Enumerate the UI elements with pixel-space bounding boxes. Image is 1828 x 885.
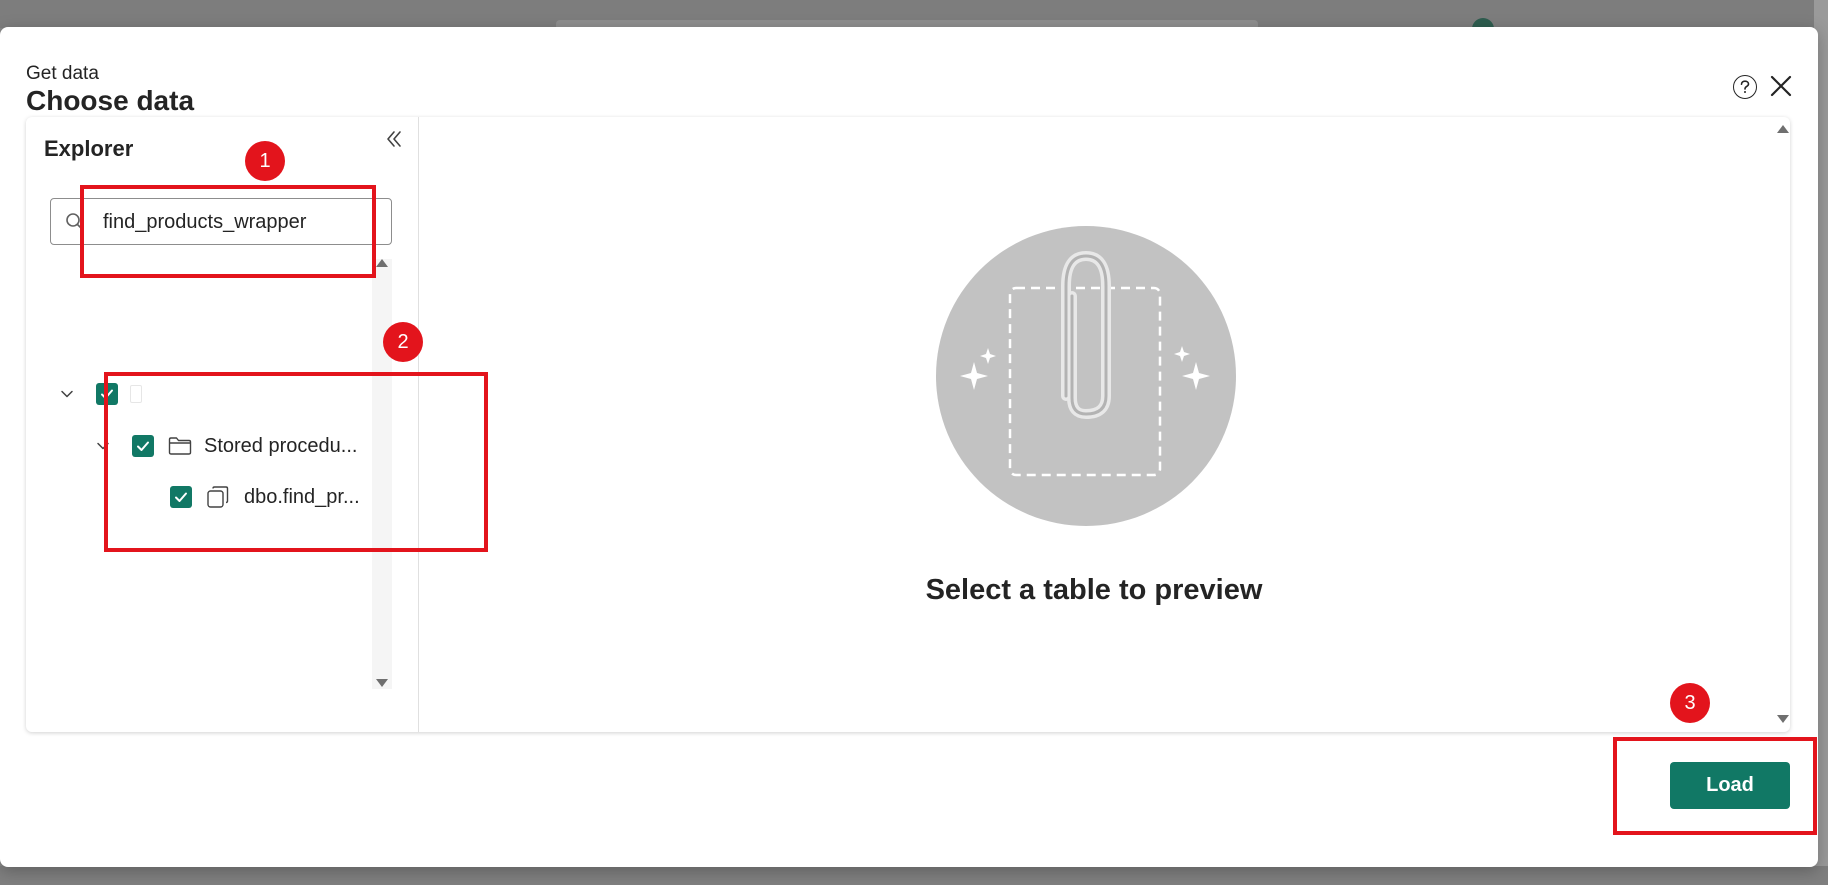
preview-pane: Select a table to preview	[419, 117, 1790, 732]
annotation-box-search	[80, 185, 376, 278]
scroll-up-icon[interactable]	[1777, 125, 1789, 133]
annotation-box-load	[1613, 737, 1817, 835]
scroll-down-icon[interactable]	[1777, 715, 1789, 723]
double-chevron-left-icon[interactable]	[384, 127, 404, 151]
paperclip-icon	[936, 226, 1236, 526]
scroll-down-icon[interactable]	[376, 679, 388, 687]
preview-scrollbar[interactable]	[1776, 117, 1790, 732]
dialog-title: Choose data	[26, 85, 195, 116]
preview-empty-message: Select a table to preview	[925, 574, 1263, 606]
chevron-down-icon[interactable]	[60, 387, 74, 401]
explorer-title: Explorer	[44, 136, 134, 161]
dialog-breadcrumb: Get data	[26, 63, 99, 84]
help-icon[interactable]	[1733, 75, 1757, 99]
scroll-up-icon[interactable]	[376, 259, 388, 267]
background-bottom-edge	[0, 866, 1828, 885]
question-mark-glyph	[1740, 80, 1750, 93]
annotation-badge-3: 3	[1670, 683, 1710, 723]
close-icon[interactable]	[1768, 72, 1794, 100]
annotation-box-tree	[104, 372, 488, 552]
annotation-badge-1: 1	[245, 141, 285, 181]
annotation-badge-2: 2	[383, 322, 423, 362]
